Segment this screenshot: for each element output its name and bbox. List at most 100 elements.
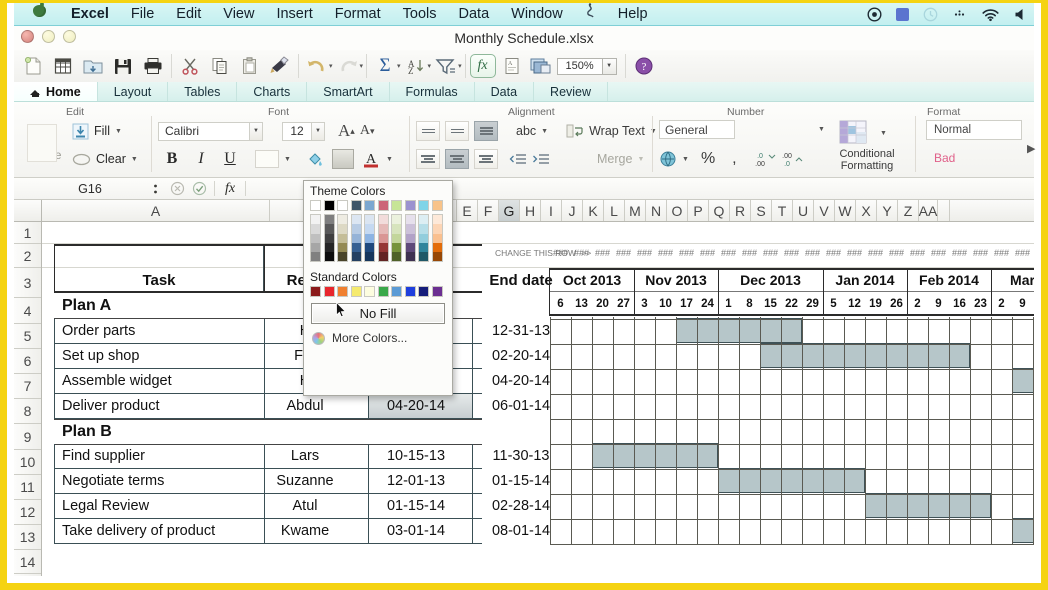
theme-shade-swatch[interactable] — [311, 224, 320, 234]
cell-end-date[interactable]: 04-20-14 — [475, 369, 567, 393]
theme-shade-swatch[interactable] — [338, 215, 347, 225]
menu-item-view[interactable]: View — [212, 3, 265, 26]
record-icon[interactable] — [860, 6, 889, 22]
font-family-input[interactable]: Calibri — [158, 121, 250, 141]
theme-shade-swatch[interactable] — [365, 215, 374, 225]
style-bad[interactable]: Bad — [926, 148, 1022, 168]
cell-end-date[interactable]: 12-31-13 — [475, 319, 567, 343]
row-header-14[interactable]: 14 — [14, 550, 41, 574]
shrink-font-button[interactable]: A ▾ — [360, 120, 375, 142]
row-header-1[interactable]: 1 — [14, 222, 41, 244]
time-machine-icon[interactable] — [916, 7, 945, 22]
theme-shade-swatch[interactable] — [378, 252, 388, 262]
theme-shade-swatch[interactable] — [378, 215, 388, 225]
theme-shade-swatch[interactable] — [392, 215, 401, 225]
border-button[interactable] — [255, 150, 279, 168]
menu-item-help[interactable]: Help — [607, 3, 659, 26]
menu-item-file[interactable]: File — [120, 3, 165, 26]
font-color-icon[interactable]: A — [361, 148, 381, 170]
cell-task[interactable]: Find supplier — [56, 444, 262, 468]
theme-shade-swatch[interactable] — [432, 215, 442, 225]
fx-icon[interactable]: fx — [219, 180, 241, 198]
theme-shade-swatch[interactable] — [432, 233, 442, 243]
theme-shade-swatch[interactable] — [405, 252, 415, 262]
theme-shade-swatch[interactable] — [311, 252, 320, 262]
column-header-K[interactable]: K — [583, 200, 604, 221]
percent-style-button[interactable]: % — [701, 150, 715, 168]
style-normal[interactable]: Normal — [926, 120, 1022, 140]
more-colors-button[interactable]: More Colors... — [304, 324, 452, 345]
column-header-F[interactable]: F — [478, 200, 499, 221]
column-header-U[interactable]: U — [793, 200, 814, 221]
theme-color-swatch[interactable] — [418, 200, 429, 211]
theme-shade-column[interactable] — [350, 214, 362, 263]
row-header-13[interactable]: 13 — [14, 525, 41, 550]
clear-eraser-icon[interactable] — [72, 148, 91, 170]
menu-item-window[interactable]: Window — [500, 3, 574, 26]
row-header-3[interactable]: 3 — [14, 268, 41, 298]
theme-shade-column[interactable] — [418, 214, 429, 263]
decrease-indent-icon[interactable] — [509, 148, 527, 170]
theme-shade-swatch[interactable] — [338, 252, 347, 262]
theme-color-swatch[interactable] — [391, 200, 402, 211]
redo-icon[interactable] — [333, 53, 363, 79]
standard-color-swatch[interactable] — [323, 286, 335, 298]
column-header-J[interactable]: J — [562, 200, 583, 221]
column-header-O[interactable]: O — [667, 200, 688, 221]
standard-color-swatch[interactable] — [377, 286, 389, 298]
theme-shade-swatch[interactable] — [365, 252, 374, 262]
theme-shade-swatch[interactable] — [324, 224, 334, 234]
theme-colors-shades[interactable] — [304, 214, 452, 263]
decrease-decimal-icon[interactable]: .00.0 — [781, 148, 803, 170]
column-header-Z[interactable]: Z — [898, 200, 919, 221]
tab-charts[interactable]: Charts — [237, 82, 308, 101]
menu-item-format[interactable]: Format — [324, 3, 392, 26]
theme-shade-swatch[interactable] — [419, 224, 428, 234]
standard-color-swatch[interactable] — [418, 286, 429, 298]
theme-shade-swatch[interactable] — [378, 242, 388, 253]
accept-icon[interactable] — [188, 180, 210, 198]
standard-color-swatch[interactable] — [350, 286, 362, 298]
row-header-10[interactable]: 10 — [14, 450, 41, 475]
column-header-AA[interactable]: AA — [919, 200, 938, 221]
name-box[interactable]: G16 — [36, 180, 144, 198]
sort-icon[interactable]: AZ — [401, 53, 431, 79]
theme-color-swatch[interactable] — [377, 200, 389, 211]
theme-shade-swatch[interactable] — [324, 242, 334, 253]
theme-shade-swatch[interactable] — [378, 224, 388, 234]
gantt-bar[interactable] — [718, 468, 865, 493]
filter-icon[interactable] — [431, 53, 461, 79]
font-size-input[interactable]: 12 — [282, 121, 312, 141]
font-color-dropdown-arrow[interactable]: ▼ — [386, 156, 393, 163]
save-icon[interactable] — [108, 53, 138, 79]
column-header-AB[interactable] — [938, 200, 950, 221]
theme-shade-column[interactable] — [337, 214, 348, 263]
theme-color-swatch[interactable] — [404, 200, 416, 211]
fill-color-popup[interactable]: Theme Colors Standard Colors No Fill Mor… — [303, 180, 453, 396]
cell-task[interactable]: Assemble widget — [56, 369, 262, 393]
theme-shade-column[interactable] — [377, 214, 389, 263]
help-icon[interactable]: ? — [629, 53, 659, 79]
function-fx-icon[interactable]: fx — [469, 53, 497, 79]
italic-button[interactable]: I — [189, 149, 213, 170]
no-fill-button[interactable]: No Fill — [311, 303, 445, 325]
theme-shade-swatch[interactable] — [432, 224, 442, 234]
row-header-15[interactable]: 15 — [14, 574, 41, 577]
theme-shade-swatch[interactable] — [365, 242, 374, 253]
cell-task[interactable]: Negotiate terms — [56, 469, 262, 493]
fill-icon[interactable] — [72, 120, 89, 142]
theme-shade-column[interactable] — [431, 214, 443, 263]
paste-icon[interactable] — [235, 53, 265, 79]
standard-colors-row[interactable] — [304, 286, 452, 298]
cell-responsible[interactable]: Kwame — [266, 519, 344, 543]
theme-shade-swatch[interactable] — [351, 233, 361, 243]
close-button[interactable] — [21, 30, 34, 43]
bluetooth-icon[interactable] — [945, 7, 974, 22]
column-header-L[interactable]: L — [604, 200, 625, 221]
cell-end-date[interactable]: 06-01-14 — [475, 394, 567, 418]
cell-responsible[interactable]: Lars — [266, 444, 344, 468]
orientation-label[interactable]: abc — [516, 124, 536, 138]
theme-shade-swatch[interactable] — [392, 233, 401, 243]
blue-square-icon[interactable] — [889, 7, 916, 21]
theme-shade-swatch[interactable] — [419, 252, 428, 262]
